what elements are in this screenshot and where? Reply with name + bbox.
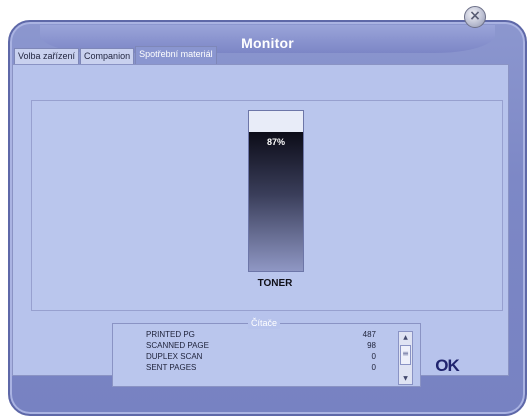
window-title: Monitor	[241, 35, 294, 51]
list-item: SCANNED PAGE 98	[146, 340, 376, 351]
list-item: SENT PAGES 0	[146, 362, 376, 373]
counter-value: 487	[362, 330, 376, 339]
counter-value: 98	[367, 341, 376, 350]
tab-consumables[interactable]: Spotřební materiál	[135, 46, 217, 64]
counter-label: PRINTED PG	[146, 330, 195, 339]
scroll-thumb[interactable]: ≡	[400, 345, 411, 365]
list-item: DUPLEX SCAN 0	[146, 351, 376, 362]
counter-label: DUPLEX SCAN	[146, 352, 203, 361]
toner-percent: 87%	[266, 137, 285, 147]
counters-title: Čítače	[248, 317, 281, 329]
close-icon[interactable]: ×	[464, 6, 486, 28]
tab-strip: Volba zařízení Companion Spotřební mater…	[14, 46, 218, 64]
counters-list[interactable]: PRINTED PG 487 SCANNED PAGE 98 DUPLEX SC…	[146, 329, 376, 373]
toner-label: TONER	[257, 278, 293, 289]
ok-button[interactable]: OK	[430, 355, 464, 377]
tab-device-selection[interactable]: Volba zařízení	[14, 48, 80, 64]
counter-value: 0	[371, 363, 376, 372]
chevron-up-icon[interactable]: ▲	[399, 332, 412, 343]
toner-level-fill	[249, 131, 303, 271]
counter-label: SENT PAGES	[146, 363, 197, 372]
counters-scrollbar[interactable]: ▲ ≡ ▼	[398, 331, 413, 385]
list-item: PRINTED PG 487	[146, 329, 376, 340]
tab-companion[interactable]: Companion	[80, 48, 135, 64]
toner-gauge: 87%	[248, 110, 304, 272]
counter-value: 0	[371, 352, 376, 361]
chevron-down-icon[interactable]: ▼	[399, 373, 412, 384]
counter-label: SCANNED PAGE	[146, 341, 209, 350]
